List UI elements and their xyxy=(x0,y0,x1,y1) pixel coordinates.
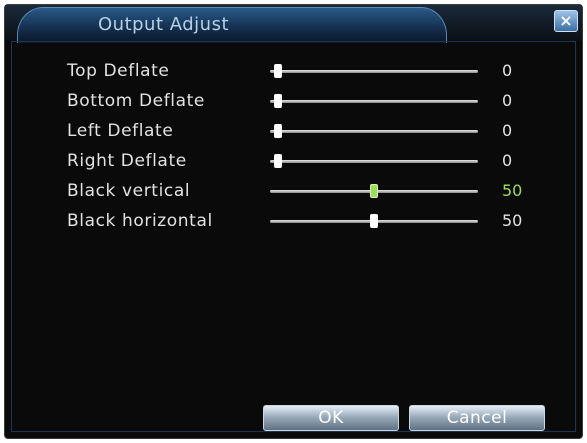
slider-label: Right Deflate xyxy=(67,151,187,171)
slider-thumb[interactable] xyxy=(274,64,282,78)
slider-track[interactable] xyxy=(270,64,478,78)
title-tab: Output Adjust xyxy=(17,7,447,43)
slider-value: 0 xyxy=(502,151,513,170)
slider-row-black-horizontal: Black horizontal 50 xyxy=(12,206,575,236)
cancel-button[interactable]: Cancel xyxy=(409,405,545,431)
ok-button[interactable]: OK xyxy=(263,405,399,431)
settings-panel: Top Deflate 0 Bottom Deflate 0 Left Defl… xyxy=(11,41,576,432)
dialog-title: Output Adjust xyxy=(98,14,230,35)
close-button[interactable]: × xyxy=(554,10,578,32)
slider-row-top-deflate: Top Deflate 0 xyxy=(12,56,575,86)
slider-thumb[interactable] xyxy=(370,214,378,228)
slider-track[interactable] xyxy=(270,124,478,138)
slider-row-left-deflate: Left Deflate 0 xyxy=(12,116,575,146)
slider-track[interactable] xyxy=(270,214,478,228)
output-adjust-dialog: Output Adjust × Top Deflate 0 Bottom Def… xyxy=(4,4,583,439)
slider-row-right-deflate: Right Deflate 0 xyxy=(12,146,575,176)
slider-value: 0 xyxy=(502,61,513,80)
slider-value: 0 xyxy=(502,91,513,110)
title-bar: Output Adjust × xyxy=(5,5,582,43)
slider-thumb[interactable] xyxy=(274,154,282,168)
slider-label: Top Deflate xyxy=(67,61,170,81)
close-icon: × xyxy=(559,11,573,30)
slider-thumb[interactable] xyxy=(370,184,378,198)
slider-label: Black vertical xyxy=(67,181,191,201)
slider-track[interactable] xyxy=(270,94,478,108)
slider-track[interactable] xyxy=(270,154,478,168)
slider-value: 0 xyxy=(502,121,513,140)
slider-label: Black horizontal xyxy=(67,211,213,231)
slider-track[interactable] xyxy=(270,184,478,198)
slider-value: 50 xyxy=(502,181,523,200)
slider-label: Left Deflate xyxy=(67,121,174,141)
slider-thumb[interactable] xyxy=(274,124,282,138)
slider-row-black-vertical: Black vertical 50 xyxy=(12,176,575,206)
slider-value: 50 xyxy=(502,211,523,230)
slider-thumb[interactable] xyxy=(274,94,282,108)
slider-row-bottom-deflate: Bottom Deflate 0 xyxy=(12,86,575,116)
slider-label: Bottom Deflate xyxy=(67,91,205,111)
